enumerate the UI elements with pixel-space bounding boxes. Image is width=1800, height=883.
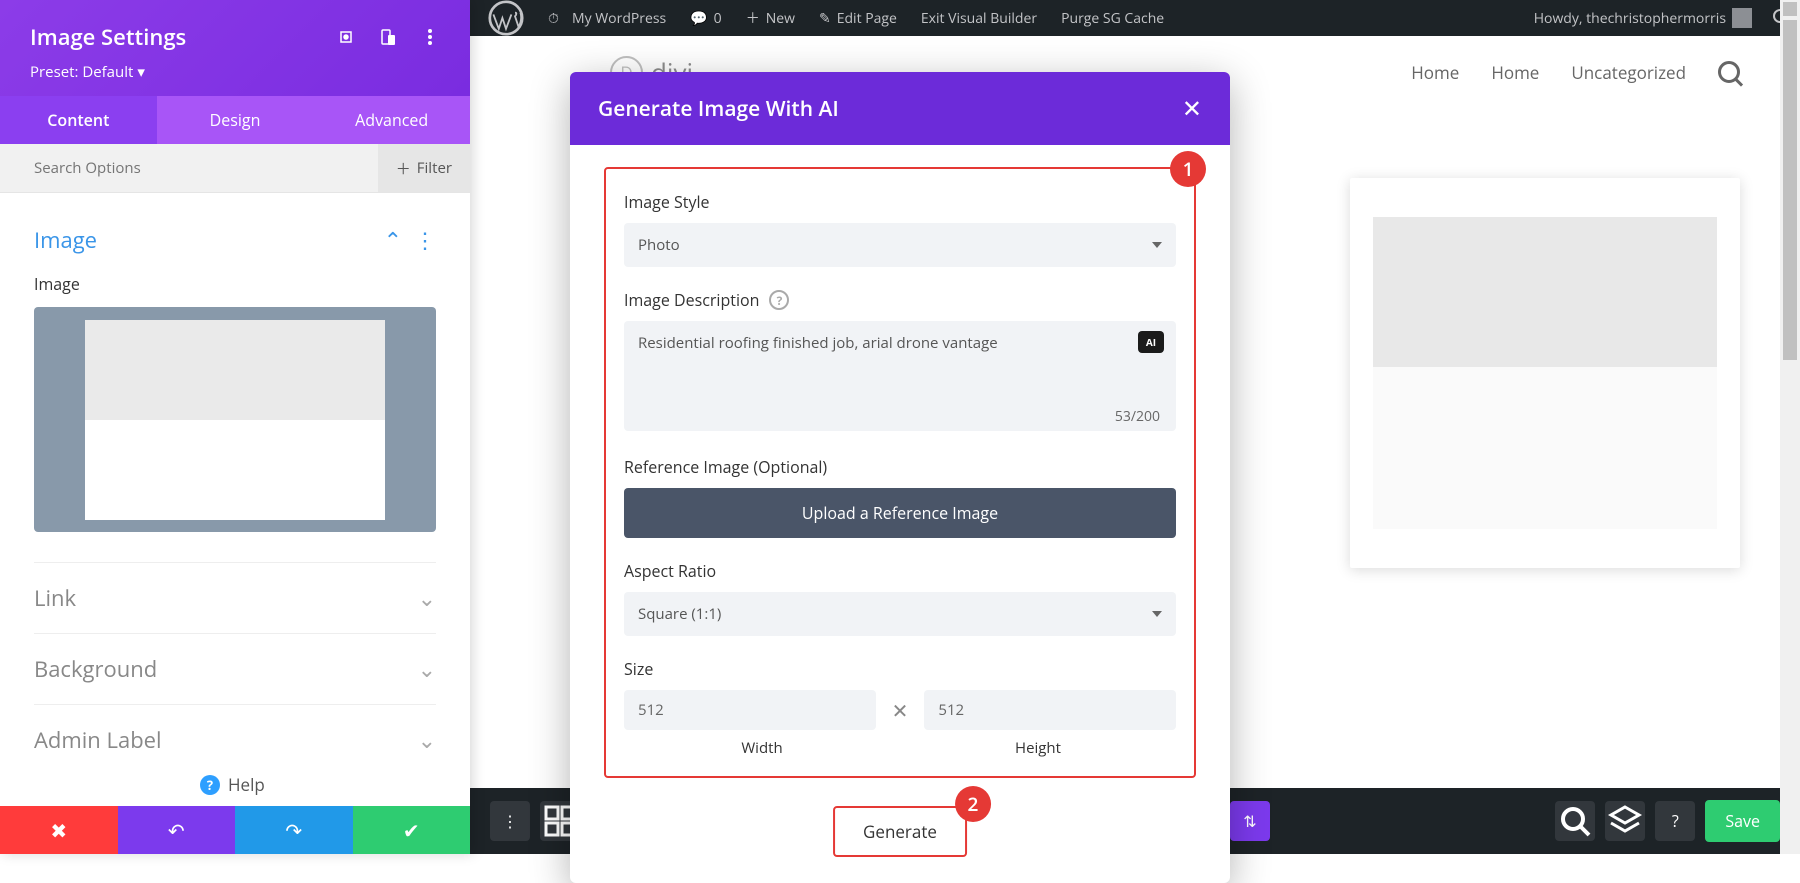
aspect-ratio-select[interactable]: Square (1:1) <box>624 592 1176 636</box>
modal-title: Generate Image With AI <box>598 95 839 123</box>
annotation-badge-1: 1 <box>1170 151 1206 187</box>
width-input[interactable] <box>624 690 876 730</box>
annotation-box-2: 2 Generate <box>833 806 967 857</box>
admin-account[interactable]: Howdy, thechristophermorris <box>1524 0 1762 36</box>
width-sublabel: Width <box>624 738 900 758</box>
help-link[interactable]: ?Help <box>200 773 265 796</box>
image-style-label: Image Style <box>624 191 1176 213</box>
admin-purge-cache[interactable]: Purge SG Cache <box>1051 0 1174 36</box>
expand-icon[interactable] <box>336 27 356 47</box>
builder-menu-button[interactable]: ⋮ <box>490 801 530 841</box>
image-description-input[interactable]: Residential roofing finished job, arial … <box>624 321 1176 431</box>
collapse-icon[interactable]: ⌃ <box>384 225 402 255</box>
image-preview[interactable] <box>34 307 436 532</box>
zoom-button[interactable] <box>1555 801 1595 841</box>
preset-selector[interactable]: Preset: Default▾ <box>30 62 440 82</box>
aspect-ratio-label: Aspect Ratio <box>624 560 1176 582</box>
pencil-icon: ✎ <box>819 9 831 28</box>
undo-icon: ↶ <box>168 817 185 844</box>
admin-site-link[interactable]: ⏱My WordPress <box>538 0 676 36</box>
admin-exit-vb[interactable]: Exit Visual Builder <box>911 0 1047 36</box>
stack-button[interactable] <box>1605 801 1645 841</box>
tab-advanced[interactable]: Advanced <box>313 96 470 144</box>
confirm-button[interactable]: ✔ <box>353 806 471 854</box>
arrows-icon: ⇅ <box>1243 810 1256 832</box>
admin-comments[interactable]: 💬0 <box>680 0 731 36</box>
question-icon: ? <box>1672 810 1679 832</box>
plus-icon: ＋ <box>396 158 411 179</box>
wp-logo-icon[interactable] <box>478 0 534 36</box>
modal-close-button[interactable]: ✕ <box>1182 92 1202 125</box>
responsive-icon[interactable] <box>378 27 398 47</box>
dashboard-icon: ⏱ <box>548 9 566 28</box>
nav-home-1[interactable]: Home <box>1411 61 1459 84</box>
chevron-down-icon: ▾ <box>137 62 145 82</box>
filter-button[interactable]: ＋Filter <box>378 144 470 192</box>
layers-button[interactable]: ⇅ <box>1230 801 1270 841</box>
scroll-up-icon[interactable] <box>1783 2 1797 16</box>
section-admin-label[interactable]: Admin Label⌄ <box>34 704 436 775</box>
generate-button[interactable]: Generate <box>845 814 955 849</box>
redo-button[interactable]: ↷ <box>235 806 353 854</box>
settings-panel: Image Settings Preset: Default▾ Content … <box>0 0 470 854</box>
reference-image-label: Reference Image (Optional) <box>624 456 1176 478</box>
plus-icon: ＋ <box>746 8 760 28</box>
section-more-icon[interactable]: ⋮ <box>414 225 436 255</box>
close-icon: ✖ <box>50 817 67 844</box>
height-sublabel: Height <box>900 738 1176 758</box>
help-button[interactable]: ? <box>1655 801 1695 841</box>
upload-reference-button[interactable]: Upload a Reference Image <box>624 488 1176 538</box>
discard-button[interactable]: ✖ <box>0 806 118 854</box>
help-icon[interactable]: ? <box>769 290 789 310</box>
search-options-input[interactable] <box>0 144 378 192</box>
times-icon: ✕ <box>892 697 909 724</box>
avatar <box>1732 8 1752 28</box>
size-label: Size <box>624 658 1176 680</box>
nav-uncategorized[interactable]: Uncategorized <box>1571 61 1686 84</box>
panel-title: Image Settings <box>30 22 186 52</box>
undo-button[interactable]: ↶ <box>118 806 236 854</box>
dots-icon: ⋮ <box>502 810 518 832</box>
ai-generate-modal: Generate Image With AI ✕ 1 Image Style P… <box>570 72 1230 883</box>
check-icon: ✔ <box>403 817 420 844</box>
height-input[interactable] <box>924 690 1176 730</box>
section-image-title[interactable]: Image <box>34 225 97 255</box>
more-icon[interactable] <box>420 27 440 47</box>
scroll-thumb[interactable] <box>1783 20 1797 360</box>
image-style-select[interactable]: Photo <box>624 223 1176 267</box>
admin-new[interactable]: ＋New <box>736 0 805 36</box>
save-button[interactable]: Save <box>1705 800 1780 842</box>
admin-edit-page[interactable]: ✎Edit Page <box>809 0 907 36</box>
image-label: Image <box>34 273 436 295</box>
comment-icon: 💬 <box>690 9 707 28</box>
help-icon: ? <box>200 775 220 795</box>
content-image-right[interactable] <box>1350 178 1740 568</box>
nav-search-icon[interactable] <box>1718 61 1740 83</box>
page-scrollbar[interactable] <box>1780 0 1800 854</box>
annotation-badge-2: 2 <box>955 786 991 822</box>
ai-badge-icon[interactable]: AI <box>1138 331 1164 353</box>
redo-icon: ↷ <box>285 817 302 844</box>
chevron-down-icon: ⌄ <box>418 583 436 613</box>
chevron-down-icon: ⌄ <box>418 654 436 684</box>
char-counter: 53/200 <box>1115 407 1160 426</box>
annotation-box-1: 1 Image Style Photo Image Description? R… <box>604 167 1196 778</box>
wp-admin-bar: ⏱My WordPress 💬0 ＋New ✎Edit Page Exit Vi… <box>470 0 1800 36</box>
chevron-down-icon: ⌄ <box>418 725 436 755</box>
tab-design[interactable]: Design <box>157 96 314 144</box>
image-description-label: Image Description <box>624 289 759 311</box>
nav-home-2[interactable]: Home <box>1491 61 1539 84</box>
section-background[interactable]: Background⌄ <box>34 633 436 704</box>
section-link[interactable]: Link⌄ <box>34 562 436 633</box>
tab-content[interactable]: Content <box>0 96 157 144</box>
